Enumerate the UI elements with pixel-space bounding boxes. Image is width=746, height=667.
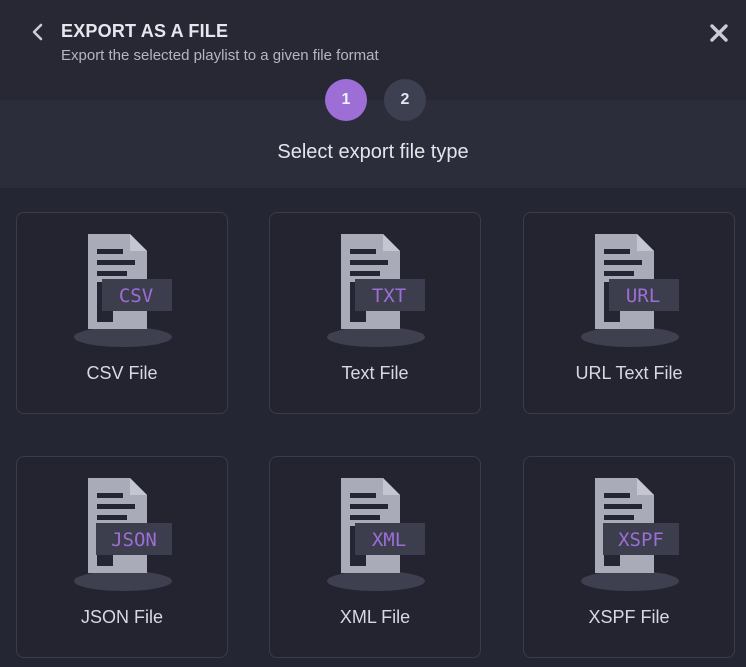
step-1-indicator[interactable]: 1 <box>325 79 367 121</box>
file-type-card-xml[interactable]: XML XML File <box>269 456 481 658</box>
file-type-label: JSON File <box>80 607 163 627</box>
dialog-title: EXPORT AS A FILE <box>61 21 229 41</box>
file-type-card-csv[interactable]: CSV CSV File <box>16 212 228 414</box>
file-type-card-json[interactable]: JSON JSON File <box>16 456 228 658</box>
file-type-label: XSPF File <box>588 607 670 627</box>
file-tag: URL <box>626 285 660 307</box>
export-dialog: EXPORT AS A FILE Export the selected pla… <box>0 0 746 667</box>
document-icon: JSON <box>74 478 172 591</box>
section-title: Select export file type <box>277 141 469 163</box>
document-icon: CSV <box>74 234 172 347</box>
file-tag: CSV <box>119 285 153 307</box>
file-type-card-xspf[interactable]: XSPF XSPF File <box>523 456 735 658</box>
file-type-card-url[interactable]: URL URL Text File <box>523 212 735 414</box>
file-type-label: CSV File <box>86 363 158 383</box>
back-button[interactable] <box>26 20 50 44</box>
file-type-label: URL Text File <box>575 363 683 383</box>
file-tag: XSPF <box>618 529 664 551</box>
step-2-indicator[interactable]: 2 <box>384 79 426 121</box>
document-icon: TXT <box>327 234 425 347</box>
file-type-label: XML File <box>339 607 411 627</box>
file-tag: TXT <box>372 285 406 307</box>
chevron-left-icon <box>32 23 43 41</box>
dialog-subtitle: Export the selected playlist to a given … <box>61 47 379 64</box>
file-tag: XML <box>372 529 406 551</box>
document-icon: XSPF <box>581 478 679 591</box>
document-icon: URL <box>581 234 679 347</box>
close-button[interactable] <box>706 20 732 46</box>
document-icon: XML <box>327 478 425 591</box>
file-type-label: Text File <box>341 363 409 383</box>
close-icon <box>710 24 728 42</box>
file-tag: JSON <box>111 529 157 551</box>
file-type-card-txt[interactable]: TXT Text File <box>269 212 481 414</box>
